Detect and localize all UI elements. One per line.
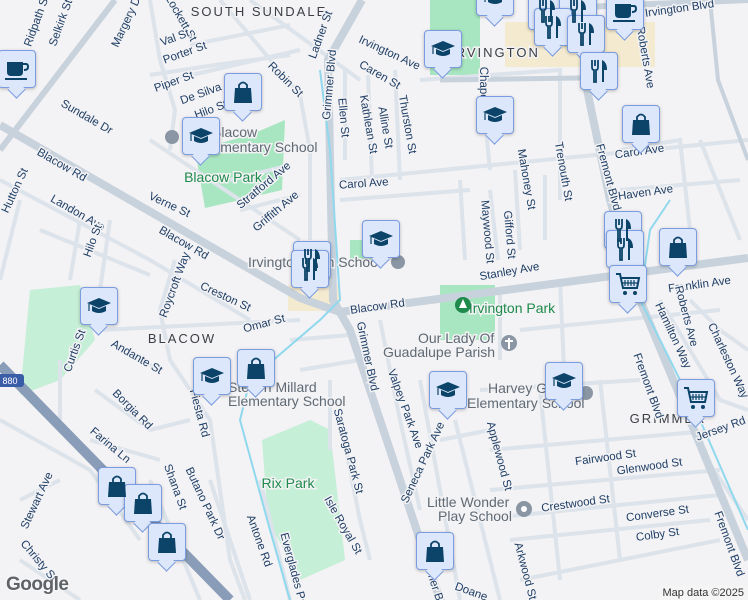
poi-label[interactable]: Play School <box>437 507 514 526</box>
poi-label[interactable]: Elementary School <box>227 392 348 411</box>
google-logo: Google <box>6 574 69 595</box>
school-marker[interactable] <box>424 30 462 68</box>
shopping-marker[interactable] <box>224 73 262 111</box>
shopping-marker[interactable] <box>237 349 275 387</box>
street-label: Omar St <box>242 313 287 336</box>
school-marker[interactable] <box>80 287 118 325</box>
shopping-bag-icon <box>153 528 181 556</box>
street-label: Trenouth St <box>552 141 574 203</box>
coffee-icon <box>3 55 31 83</box>
highway-shield-label: 880 <box>2 376 17 386</box>
neighborhood-label: IRVINGTON <box>450 45 540 60</box>
graduation-cap-icon <box>481 101 509 129</box>
shopping-cart-icon <box>682 384 710 412</box>
graduation-cap-icon <box>550 367 578 395</box>
street-label: Haven Ave <box>617 183 674 203</box>
highway-shield-icon: 880 <box>0 374 24 387</box>
street-label: Stanley Ave <box>479 261 541 283</box>
restaurant-marker[interactable] <box>291 250 329 288</box>
school-marker[interactable] <box>429 371 467 409</box>
street-label: Fremont Blvd <box>630 352 665 420</box>
fork-knife-icon <box>296 255 324 283</box>
street-label: Kathlean St <box>357 94 379 155</box>
street-label: Stewart Ave <box>19 470 56 530</box>
graduation-cap-icon <box>429 35 457 63</box>
coffee-marker[interactable] <box>606 0 644 30</box>
street-label: Selkirk St <box>47 0 75 48</box>
shopping-bag-icon <box>129 489 157 517</box>
map-attribution[interactable]: Map data ©2025 <box>658 586 748 600</box>
place-pin-icon <box>516 501 532 517</box>
street-label: Blacow Rd <box>35 146 89 184</box>
school-marker[interactable] <box>476 0 514 16</box>
shopping-bag-icon <box>421 537 449 565</box>
grocery-marker[interactable] <box>677 379 715 417</box>
graduation-cap-icon <box>481 0 509 11</box>
coffee-marker[interactable] <box>0 50 36 88</box>
street-label: Hutton St <box>0 166 31 215</box>
street-label: Ellen St <box>335 97 350 138</box>
park-label[interactable]: Blacow Park <box>183 168 265 187</box>
grocery-marker[interactable] <box>609 265 647 303</box>
restaurant-marker[interactable] <box>580 52 618 90</box>
restaurant-marker[interactable] <box>534 8 572 46</box>
shopping-marker[interactable] <box>148 523 186 561</box>
school-pin-icon <box>165 130 179 144</box>
school-marker[interactable] <box>362 220 400 258</box>
restaurant-marker[interactable] <box>606 230 644 268</box>
railroad <box>708 0 748 161</box>
street-label: Sundale Dr <box>59 98 115 137</box>
street-label: Creston St <box>198 280 253 314</box>
street-label: Applewood St <box>484 420 514 492</box>
graduation-cap-icon <box>85 292 113 320</box>
shopping-bag-icon <box>627 110 655 138</box>
street-label: Arkwood St <box>511 541 538 600</box>
fork-knife-icon <box>539 13 567 41</box>
shopping-marker[interactable] <box>416 532 454 570</box>
school-marker[interactable] <box>545 362 583 400</box>
shopping-marker[interactable] <box>124 484 162 522</box>
fork-knife-icon <box>585 57 613 85</box>
park-label[interactable]: Irvington Park <box>467 299 557 318</box>
shopping-bag-icon <box>664 233 692 261</box>
restaurant-marker[interactable] <box>567 15 605 53</box>
graduation-cap-icon <box>367 225 395 253</box>
shopping-bag-icon <box>229 78 257 106</box>
street-label: Margery Dr <box>110 0 145 49</box>
fork-knife-icon <box>611 235 639 263</box>
irvington-ave <box>439 75 581 83</box>
neighborhood-label: SOUTH SUNDALE <box>191 4 328 19</box>
street-label: Gifford St <box>501 210 517 260</box>
shopping-bag-icon <box>242 354 270 382</box>
fork-knife-icon <box>572 20 600 48</box>
street-label: Carol Ave <box>339 176 389 191</box>
neighborhood-label: BLACOW <box>148 331 216 346</box>
shopping-bag-icon <box>103 472 131 500</box>
school-marker[interactable] <box>193 357 231 395</box>
coffee-icon <box>611 0 639 25</box>
graduation-cap-icon <box>434 376 462 404</box>
church-icon <box>501 335 517 351</box>
school-marker[interactable] <box>476 96 514 134</box>
street-label: Robin St <box>265 60 305 100</box>
park-label[interactable]: Rix Park <box>260 474 317 493</box>
street-label: Blacow Rd <box>350 297 406 317</box>
graduation-cap-icon <box>187 122 215 150</box>
shopping-marker[interactable] <box>659 228 697 266</box>
shopping-cart-icon <box>614 270 642 298</box>
shopping-marker[interactable] <box>622 105 660 143</box>
street-label: Borgia Rd <box>110 388 155 433</box>
graduation-cap-icon <box>198 362 226 390</box>
school-marker[interactable] <box>182 117 220 155</box>
poi-label[interactable]: Guadalupe Parish <box>382 343 497 362</box>
park-icon <box>455 297 471 313</box>
